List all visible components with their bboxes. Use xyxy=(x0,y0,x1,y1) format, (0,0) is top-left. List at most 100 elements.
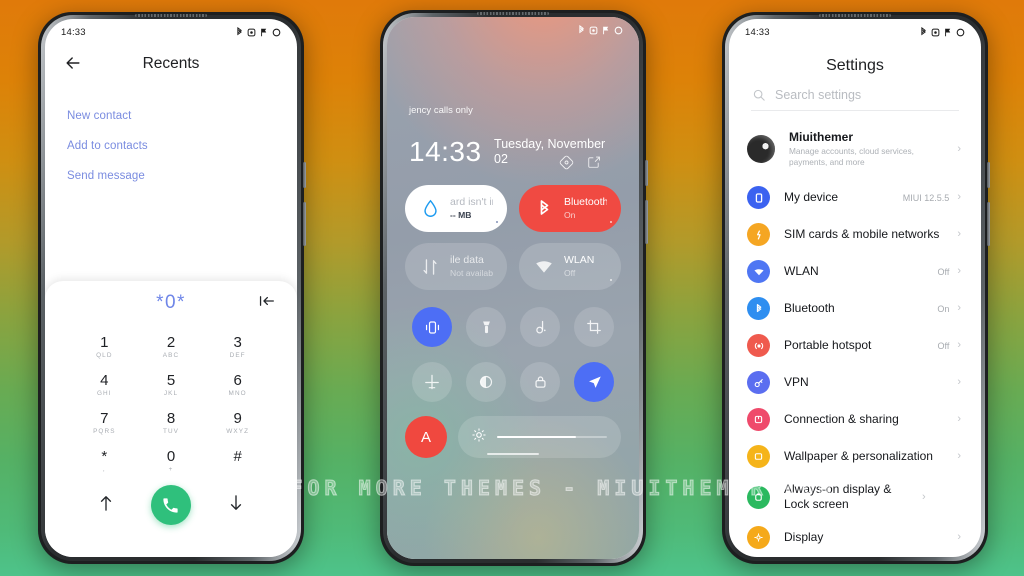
tile-title: ard isn't insta xyxy=(450,196,493,208)
control-center: jency calls only 14:33 Tuesday, November… xyxy=(387,17,639,559)
key-2[interactable]: 2 ABC xyxy=(138,329,205,365)
settings-label: My device xyxy=(784,190,839,204)
side-button[interactable] xyxy=(303,162,306,188)
settings-row-wlan[interactable]: WLAN Off › xyxy=(729,253,981,290)
wallpaper-icon xyxy=(747,445,770,468)
settings-row-sound-vibration[interactable]: Sound & vibration › xyxy=(729,556,981,557)
key-9[interactable]: 9 WXYZ xyxy=(204,405,271,441)
settings-row-display[interactable]: Display › xyxy=(729,519,981,556)
action-add-to-contacts[interactable]: Add to contacts xyxy=(67,131,275,161)
bluetooth-icon xyxy=(921,27,926,36)
toggle-location[interactable] xyxy=(574,362,614,402)
toggle-vibrate[interactable] xyxy=(412,307,452,347)
quick-toggles xyxy=(405,307,621,402)
account-avatar-icon xyxy=(747,135,775,163)
wifi-icon xyxy=(533,258,555,275)
settings-row-sim-cards[interactable]: SIM cards & mobile networks › xyxy=(729,216,981,253)
side-button[interactable] xyxy=(645,160,648,186)
brightness-sun-icon xyxy=(472,427,486,447)
edit-icon[interactable] xyxy=(587,155,601,175)
volume-button[interactable] xyxy=(303,202,306,246)
key-7[interactable]: 7 PQRS xyxy=(71,405,138,441)
settings-label: Display xyxy=(784,530,824,544)
auto-brightness-button[interactable]: A xyxy=(405,416,447,458)
action-new-contact[interactable]: New contact xyxy=(67,101,275,131)
settings-row-connection-sharing[interactable]: Connection & sharing › xyxy=(729,401,981,438)
status-bar-right: 14:33 xyxy=(729,19,981,41)
key-num: 9 xyxy=(233,410,242,427)
airplane-mode-icon xyxy=(425,374,439,390)
search-input[interactable]: Search settings xyxy=(751,85,959,111)
key-sub: TUV xyxy=(162,428,180,435)
settings-label: Connection & sharing xyxy=(784,412,899,426)
brightness-track[interactable] xyxy=(497,435,607,439)
key-sub: GHI xyxy=(96,390,112,397)
tile-row-2: ile data Not available WLAN Off xyxy=(405,243,621,290)
key-1[interactable]: 1 QLD xyxy=(71,329,138,365)
search-icon xyxy=(753,89,765,101)
key-num: 0 xyxy=(166,448,176,465)
key-5[interactable]: 5 JKL xyxy=(138,367,205,403)
settings-diamond-icon[interactable] xyxy=(559,155,574,175)
key-4[interactable]: 4 GHI xyxy=(71,367,138,403)
action-send-message[interactable]: Send message xyxy=(67,161,275,191)
brightness-fill xyxy=(497,435,577,439)
status-icons xyxy=(236,27,281,37)
clock-row: 14:33 Tuesday, November 02 xyxy=(409,137,617,170)
settings-row-account[interactable]: Miuithemer Manage accounts, cloud servic… xyxy=(729,119,981,179)
screen-left: 14:33 Recents New contact Add to contact… xyxy=(45,19,297,557)
settings-row-bluetooth[interactable]: Bluetooth On › xyxy=(729,290,981,327)
toggle-flashlight[interactable] xyxy=(466,307,506,347)
tile-text: ile data Not available xyxy=(450,254,493,279)
cc-header-icons xyxy=(559,155,601,175)
battery-circle-icon xyxy=(956,28,965,36)
key-8[interactable]: 8 TUV xyxy=(138,405,205,441)
location-icon xyxy=(588,375,601,388)
toggle-music[interactable] xyxy=(520,307,560,347)
side-button[interactable] xyxy=(987,162,990,188)
call-button[interactable] xyxy=(150,485,191,525)
toggle-screenshot[interactable] xyxy=(574,307,614,347)
settings-label: Wallpaper & personalization xyxy=(784,449,933,463)
chevron-right-icon: › xyxy=(957,376,961,388)
status-bar-left: 14:33 xyxy=(45,19,297,41)
phone-left: 14:33 Recents New contact Add to contact… xyxy=(38,12,306,564)
chevron-right-icon: › xyxy=(957,191,961,203)
chevron-right-icon: › xyxy=(957,228,961,240)
back-arrow-icon[interactable] xyxy=(63,53,85,75)
flag-icon xyxy=(945,28,951,36)
toggle-airplane[interactable] xyxy=(412,362,452,402)
toggle-lock[interactable] xyxy=(520,362,560,402)
hide-keypad-icon[interactable] xyxy=(258,294,275,313)
tile-mobile-data[interactable]: ile data Not available xyxy=(405,243,507,290)
settings-row-always-on-display[interactable]: Always-on display & Lock screen › xyxy=(729,475,981,519)
bluetooth-icon xyxy=(533,199,555,219)
dialpad-bottom-row xyxy=(45,479,297,525)
tile-data-usage[interactable]: ard isn't insta -- MB xyxy=(405,185,507,232)
arrow-down-icon[interactable] xyxy=(228,494,244,517)
tile-bluetooth[interactable]: Bluetooth On xyxy=(519,185,621,232)
settings-row-wallpaper[interactable]: Wallpaper & personalization › xyxy=(729,438,981,475)
toggle-dark-mode[interactable] xyxy=(466,362,506,402)
key-0[interactable]: 0 + xyxy=(138,443,205,479)
status-time: 14:33 xyxy=(745,26,770,38)
volume-button[interactable] xyxy=(987,202,990,246)
arrow-up-icon[interactable] xyxy=(98,494,114,517)
tile-dot xyxy=(495,220,498,223)
settings-row-portable-hotspot[interactable]: Portable hotspot Off › xyxy=(729,327,981,364)
key-6[interactable]: 6 MNO xyxy=(204,367,271,403)
volume-button[interactable] xyxy=(645,200,648,244)
search-wrap: Search settings xyxy=(729,85,981,111)
chevron-right-icon: › xyxy=(957,450,961,462)
battery-circle-icon xyxy=(272,28,281,36)
tile-wlan[interactable]: WLAN Off xyxy=(519,243,621,290)
search-placeholder: Search settings xyxy=(775,88,862,102)
alarm-icon xyxy=(247,28,256,36)
key-star[interactable]: *, xyxy=(71,443,138,479)
settings-row-my-device[interactable]: My device MIUI 12.5.5 › xyxy=(729,179,981,216)
brightness-slider[interactable] xyxy=(458,416,621,458)
key-hash[interactable]: # xyxy=(204,443,271,479)
settings-row-vpn[interactable]: VPN › xyxy=(729,364,981,401)
home-indicator[interactable] xyxy=(487,452,539,455)
key-3[interactable]: 3 DEF xyxy=(204,329,271,365)
